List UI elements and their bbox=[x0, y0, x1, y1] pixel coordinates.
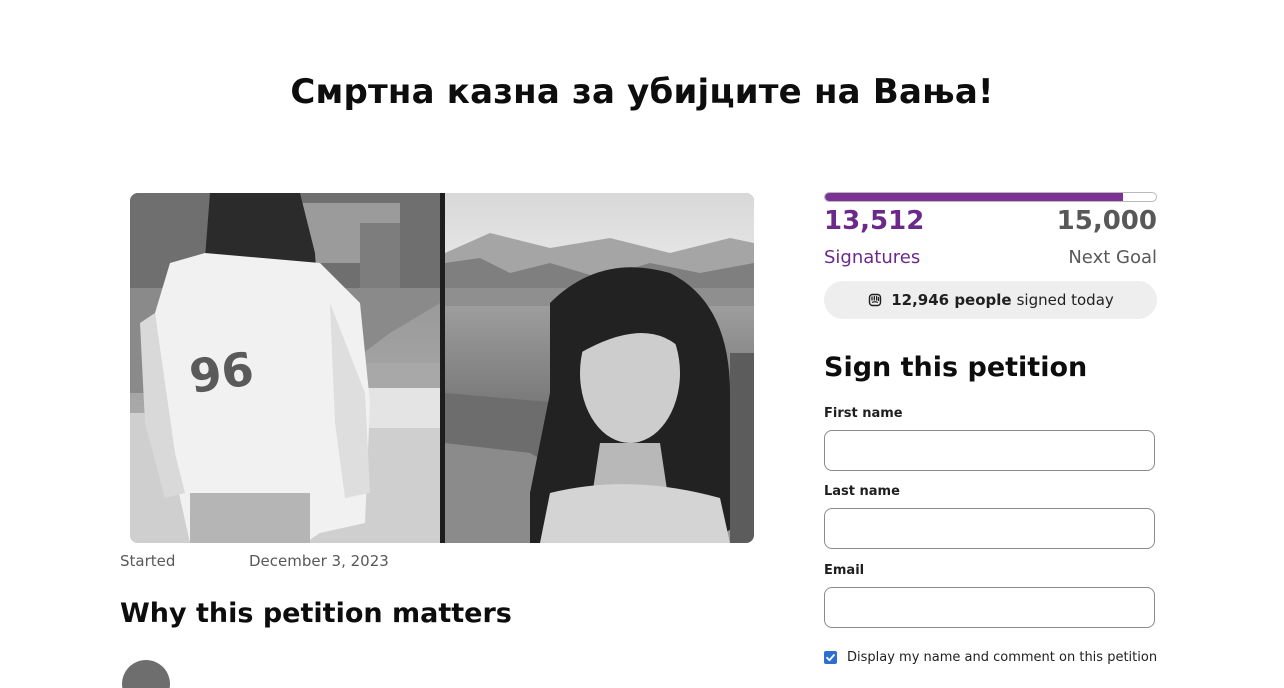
signature-count: 13,512 bbox=[824, 206, 925, 236]
sign-petition-heading: Sign this petition bbox=[824, 352, 1088, 383]
first-name-field[interactable] bbox=[824, 430, 1155, 471]
petition-photo: 96 bbox=[130, 193, 754, 543]
consent-checkbox[interactable] bbox=[824, 651, 837, 664]
signed-today-count: 12,946 people bbox=[891, 291, 1012, 309]
signature-count-label: Signatures bbox=[824, 247, 921, 268]
why-heading: Why this petition matters bbox=[120, 598, 512, 629]
goal-count: 15,000 bbox=[1056, 206, 1157, 236]
signature-progress-fill bbox=[825, 193, 1124, 201]
signed-today-badge: 12,946 people signed today bbox=[824, 281, 1157, 319]
started-date: December 3, 2023 bbox=[249, 552, 389, 570]
raised-fist-icon bbox=[867, 292, 883, 308]
signature-progress-bar bbox=[824, 192, 1157, 202]
last-name-label: Last name bbox=[824, 484, 900, 499]
started-label: Started bbox=[120, 552, 176, 570]
checkmark-icon bbox=[826, 654, 835, 662]
page-title: Смртна казна за убијците на Вања! bbox=[290, 72, 994, 112]
consent-label: Display my name and comment on this peti… bbox=[847, 650, 1158, 665]
petition-photo-graphic: 96 bbox=[130, 193, 754, 543]
first-name-label: First name bbox=[824, 406, 903, 421]
email-label: Email bbox=[824, 563, 865, 578]
email-field[interactable] bbox=[824, 587, 1155, 628]
petition-page: Смртна казна за убијците на Вања! 96 Sta… bbox=[0, 0, 1284, 688]
svg-text:96: 96 bbox=[186, 342, 257, 404]
last-name-field[interactable] bbox=[824, 508, 1155, 549]
display-name-consent[interactable]: Display my name and comment on this peti… bbox=[824, 650, 1157, 665]
goal-label: Next Goal bbox=[1068, 247, 1157, 268]
avatar bbox=[122, 660, 170, 688]
signed-today-suffix: signed today bbox=[1016, 291, 1114, 309]
